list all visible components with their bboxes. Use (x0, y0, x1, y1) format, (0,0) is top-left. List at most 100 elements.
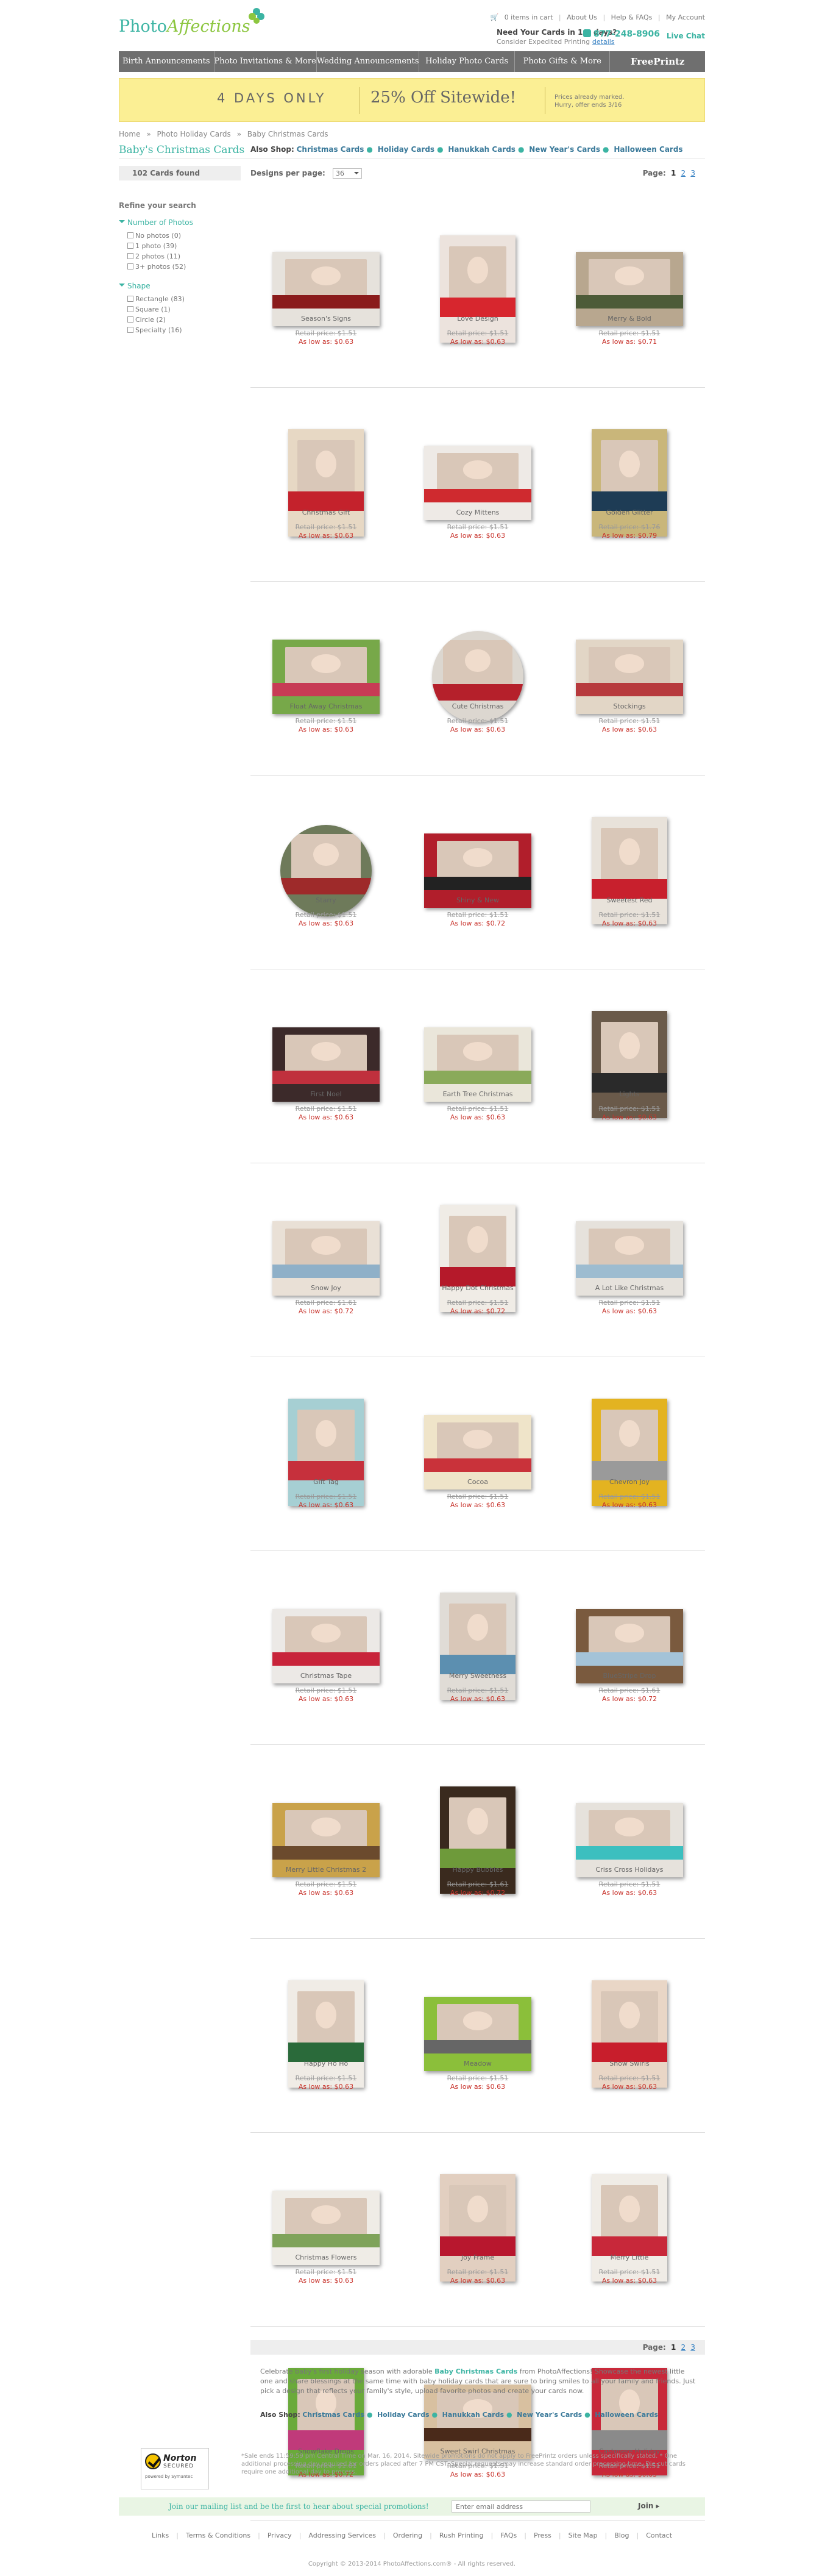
product-card[interactable]: Cocoa Retail price: $1.51 As low as: $0.63 (402, 1357, 553, 1540)
card-name[interactable]: A Lot Like Christmas (554, 1284, 705, 1292)
card-name[interactable]: Golden Glitter (554, 508, 705, 516)
card-thumbnail[interactable] (592, 1011, 667, 1118)
product-card[interactable]: Merry Little Retail price: $1.51 As low as… (554, 2133, 705, 2316)
footer-link[interactable]: Ordering (393, 2531, 422, 2539)
filter-group-photos[interactable]: Number of Photos (119, 218, 241, 227)
checkbox[interactable] (127, 296, 133, 302)
product-card[interactable]: Happy Ho Ho Retail price: $1.51 As low as:… (250, 1939, 402, 2122)
checkbox[interactable] (127, 306, 133, 312)
card-name[interactable]: Season's Signs (250, 315, 402, 323)
filter-option[interactable]: No photos (0) (127, 230, 241, 241)
card-name[interactable]: Starry (250, 896, 402, 904)
product-card[interactable]: Criss Cross Holidays Retail price: $1.51 A… (554, 1745, 705, 1928)
card-name[interactable]: Shiny & New (402, 896, 553, 904)
footer-link[interactable]: Press (534, 2531, 551, 2539)
product-card[interactable]: Sweetest Red Retail price: $1.51 As low as… (554, 776, 705, 958)
nav-holiday-photo-cards[interactable]: Holiday Photo Cards (419, 51, 515, 72)
per-page-select[interactable]: 36 (333, 168, 363, 179)
card-thumbnail[interactable] (440, 2174, 516, 2282)
card-name[interactable]: Lights (554, 1090, 705, 1098)
card-name[interactable]: Cozy Mittens (402, 508, 553, 516)
filter-option[interactable]: Square (1) (127, 304, 241, 315)
product-card[interactable]: Christmas Tape Retail price: $1.51 As low … (250, 1551, 402, 1734)
filter-option[interactable]: Circle (2) (127, 315, 241, 325)
also-shop-holiday[interactable]: Holiday Cards (377, 2411, 430, 2419)
card-thumbnail[interactable] (288, 1980, 364, 2088)
card-thumbnail[interactable] (440, 235, 516, 343)
card-name[interactable]: Cute Christmas (402, 702, 553, 710)
product-card[interactable]: Happy Bubbles Retail price: $1.61 As low a… (402, 1745, 553, 1928)
filter-option[interactable]: Specialty (16) (127, 325, 241, 335)
card-name[interactable]: Joy Frame (402, 2253, 553, 2261)
card-name[interactable]: Float Away Christmas (250, 702, 402, 710)
footer-link[interactable]: FAQs (500, 2531, 517, 2539)
footer-link[interactable]: Site Map (569, 2531, 598, 2539)
site-logo[interactable]: PhotoAffections (119, 17, 250, 36)
product-card[interactable]: Shiny & New Retail price: $1.51 As low as:… (402, 776, 553, 958)
norton-secured-badge[interactable]: Norton SECURED powered by Symantec (141, 2448, 209, 2489)
card-thumbnail[interactable] (440, 1786, 516, 1894)
page-2[interactable]: 2 (681, 169, 686, 177)
card-thumbnail[interactable] (288, 1399, 364, 1506)
promo-banner[interactable]: 4 DAYS ONLY 25% Off Sitewide! Prices alr… (119, 78, 705, 122)
cart-icon[interactable]: 🛒 (490, 13, 498, 21)
filter-option[interactable]: Rectangle (83) (127, 294, 241, 304)
also-shop-new-year[interactable]: New Year's Cards (529, 145, 600, 154)
product-card[interactable]: BlueStripe Drop Retail price: $1.61 As low… (554, 1551, 705, 1734)
card-thumbnail[interactable] (440, 1593, 516, 1700)
card-thumbnail[interactable] (288, 429, 364, 537)
product-card[interactable]: Love Design Retail price: $1.51 As low as:… (402, 194, 553, 377)
product-card[interactable]: Christmas Flowers Retail price: $1.51 As l… (250, 2133, 402, 2316)
product-card[interactable]: Float Away Christmas Retail price: $1.51 A… (250, 582, 402, 765)
product-card[interactable]: Earth Tree Christmas Retail price: $1.51 A… (402, 969, 553, 1152)
help-link[interactable]: Help & FAQs (611, 13, 653, 21)
card-thumbnail[interactable] (592, 2174, 667, 2282)
footer-link[interactable]: Contact (646, 2531, 672, 2539)
card-name[interactable]: Earth Tree Christmas (402, 1090, 553, 1098)
product-card[interactable]: Merry Little Christmas 2 Retail price: $1… (250, 1745, 402, 1928)
cart-link[interactable]: 0 items in cart (505, 13, 553, 21)
footer-link[interactable]: Blog (614, 2531, 629, 2539)
nav-photo-gifts[interactable]: Photo Gifts & More (515, 51, 611, 72)
product-card[interactable]: Gift Tag Retail price: $1.51 As low as: $0… (250, 1357, 402, 1540)
card-name[interactable]: Chevron Joy (554, 1478, 705, 1486)
product-card[interactable]: Meadow Retail price: $1.51 As low as: $0.6… (402, 1939, 553, 2122)
card-name[interactable]: Love Design (402, 315, 553, 323)
checkbox[interactable] (127, 243, 133, 249)
card-name[interactable]: Sweetest Red (554, 896, 705, 904)
filter-option[interactable]: 1 photo (39) (127, 241, 241, 251)
card-name[interactable]: Snow Joy (250, 1284, 402, 1292)
email-input[interactable] (452, 2500, 590, 2513)
also-shop-hanukkah[interactable]: Hanukkah Cards (442, 2411, 504, 2419)
product-card[interactable]: Merry & Bold Retail price: $1.51 As low as… (554, 194, 705, 377)
card-thumbnail[interactable] (592, 429, 667, 537)
nav-birth-announcements[interactable]: Birth Announcements (119, 51, 214, 72)
product-card[interactable]: Christmas Gift Retail price: $1.51 As low … (250, 388, 402, 571)
product-card[interactable]: Joy Frame Retail price: $1.51 As low as: $… (402, 2133, 553, 2316)
product-card[interactable]: Snow Swirls Retail price: $1.51 As low as:… (554, 1939, 705, 2122)
join-button[interactable]: Join ▸ (638, 2502, 660, 2510)
filter-option[interactable]: 3+ photos (52) (127, 262, 241, 272)
product-card[interactable]: Season's Signs Retail price: $1.51 As low … (250, 194, 402, 377)
nav-wedding-announcements[interactable]: Wedding Announcements (317, 51, 420, 72)
page-3[interactable]: 3 (690, 2343, 695, 2352)
product-card[interactable]: Merry Sweetness Retail price: $1.51 As low… (402, 1551, 553, 1734)
card-name[interactable]: Merry Sweetness (402, 1672, 553, 1680)
card-name[interactable]: Cocoa (402, 1478, 553, 1486)
card-name[interactable]: Gift Tag (250, 1478, 402, 1486)
card-name[interactable]: Merry Little Christmas 2 (250, 1866, 402, 1874)
page-3[interactable]: 3 (690, 169, 695, 177)
checkbox[interactable] (127, 232, 133, 238)
nav-freeprintz[interactable]: FreePrintz (610, 51, 705, 72)
also-shop-christmas[interactable]: Christmas Cards (302, 2411, 364, 2419)
checkbox[interactable] (127, 253, 133, 259)
product-card[interactable]: Snow Joy Retail price: $1.61 As low as: $0… (250, 1163, 402, 1346)
card-name[interactable]: Happy Dot Christmas (402, 1284, 553, 1292)
breadcrumb-home[interactable]: Home (119, 130, 140, 138)
footer-link[interactable]: Links (152, 2531, 169, 2539)
checkbox[interactable] (127, 316, 133, 323)
card-thumbnail[interactable] (592, 817, 667, 924)
checkbox[interactable] (127, 263, 133, 269)
product-card[interactable]: Starry Retail price: $1.51 As low as: $0.6… (250, 776, 402, 958)
about-link[interactable]: About Us (567, 13, 597, 21)
